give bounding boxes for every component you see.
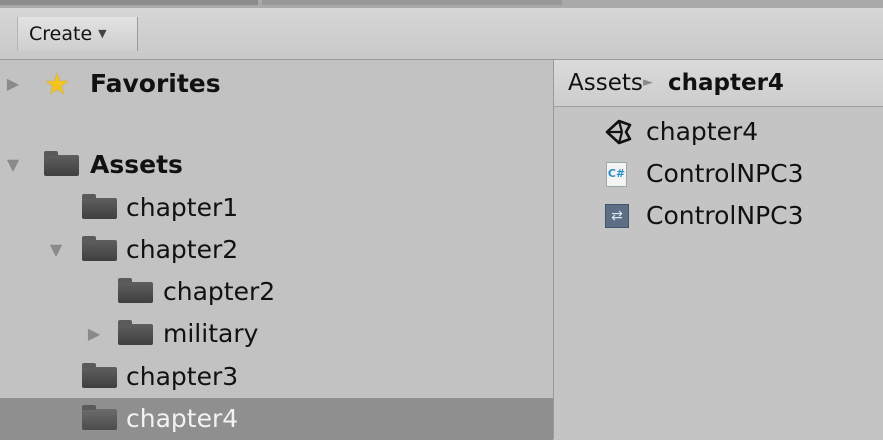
tree-item-label: chapter1 — [126, 193, 239, 222]
file-item-label: ControlNPC3 — [646, 159, 804, 188]
file-item-animator[interactable]: ⇄ ControlNPC3 — [554, 195, 883, 237]
csharp-script-icon: C# — [606, 162, 627, 187]
unity-scene-icon — [605, 119, 632, 145]
folder-icon — [82, 405, 117, 430]
animator-controller-icon: ⇄ — [605, 204, 629, 228]
tab-underline — [0, 0, 258, 5]
tree-item-chapter1[interactable]: chapter1 — [0, 187, 553, 229]
folder-icon — [44, 151, 79, 176]
folder-icon — [82, 363, 117, 388]
window-top-strip — [0, 0, 883, 8]
expand-arrow-icon[interactable]: ▶ — [3, 63, 23, 105]
tree-item-label: Assets — [90, 150, 183, 179]
tree-item-label: chapter3 — [126, 362, 239, 391]
tree-item-chapter4[interactable]: chapter4 — [0, 398, 553, 440]
tree-item-chapter3[interactable]: chapter3 — [0, 356, 553, 398]
tree-item-label: Favorites — [90, 69, 221, 98]
tree-item-label: chapter2 — [163, 277, 276, 306]
tree-item-label: chapter2 — [126, 235, 239, 264]
create-button-label: Create — [29, 23, 93, 45]
tree-item-chapter2-sub[interactable]: chapter2 — [0, 271, 553, 313]
create-button[interactable]: Create ▼ — [17, 17, 138, 51]
breadcrumb-assets[interactable]: Assets — [568, 60, 643, 106]
breadcrumb: Assets ► chapter4 — [554, 60, 883, 107]
folder-icon — [82, 194, 117, 219]
breadcrumb-separator-icon: ► — [643, 75, 653, 90]
project-folder-tree: ▶ ★ Favorites ▼ Assets chapter1 ▼ chapte… — [0, 60, 554, 440]
tree-item-favorites[interactable]: ▶ ★ Favorites — [0, 63, 553, 105]
folder-contents-panel: Assets ► chapter4 chapter4 C# ControlNPC… — [554, 60, 883, 439]
collapse-arrow-icon[interactable]: ▼ — [46, 229, 66, 271]
project-toolbar: Create ▼ — [0, 8, 883, 60]
tab-underline — [262, 0, 562, 5]
tree-item-label: chapter4 — [126, 404, 239, 433]
file-item-scene[interactable]: chapter4 — [554, 111, 883, 153]
breadcrumb-current[interactable]: chapter4 — [668, 60, 784, 106]
chevron-down-icon: ▼ — [98, 27, 107, 40]
folder-icon — [118, 320, 153, 345]
tree-item-military[interactable]: ▶ military — [0, 313, 553, 355]
star-icon: ★ — [44, 67, 70, 101]
file-item-label: chapter4 — [646, 117, 759, 146]
folder-icon — [118, 278, 153, 303]
collapse-arrow-icon[interactable]: ▼ — [3, 144, 23, 186]
tree-item-assets[interactable]: ▼ Assets — [0, 144, 553, 186]
file-item-script[interactable]: C# ControlNPC3 — [554, 153, 883, 195]
expand-arrow-icon[interactable]: ▶ — [84, 313, 104, 355]
folder-icon — [82, 236, 117, 261]
file-item-label: ControlNPC3 — [646, 201, 804, 230]
tree-item-label: military — [163, 319, 259, 348]
tree-item-chapter2[interactable]: ▼ chapter2 — [0, 229, 553, 271]
